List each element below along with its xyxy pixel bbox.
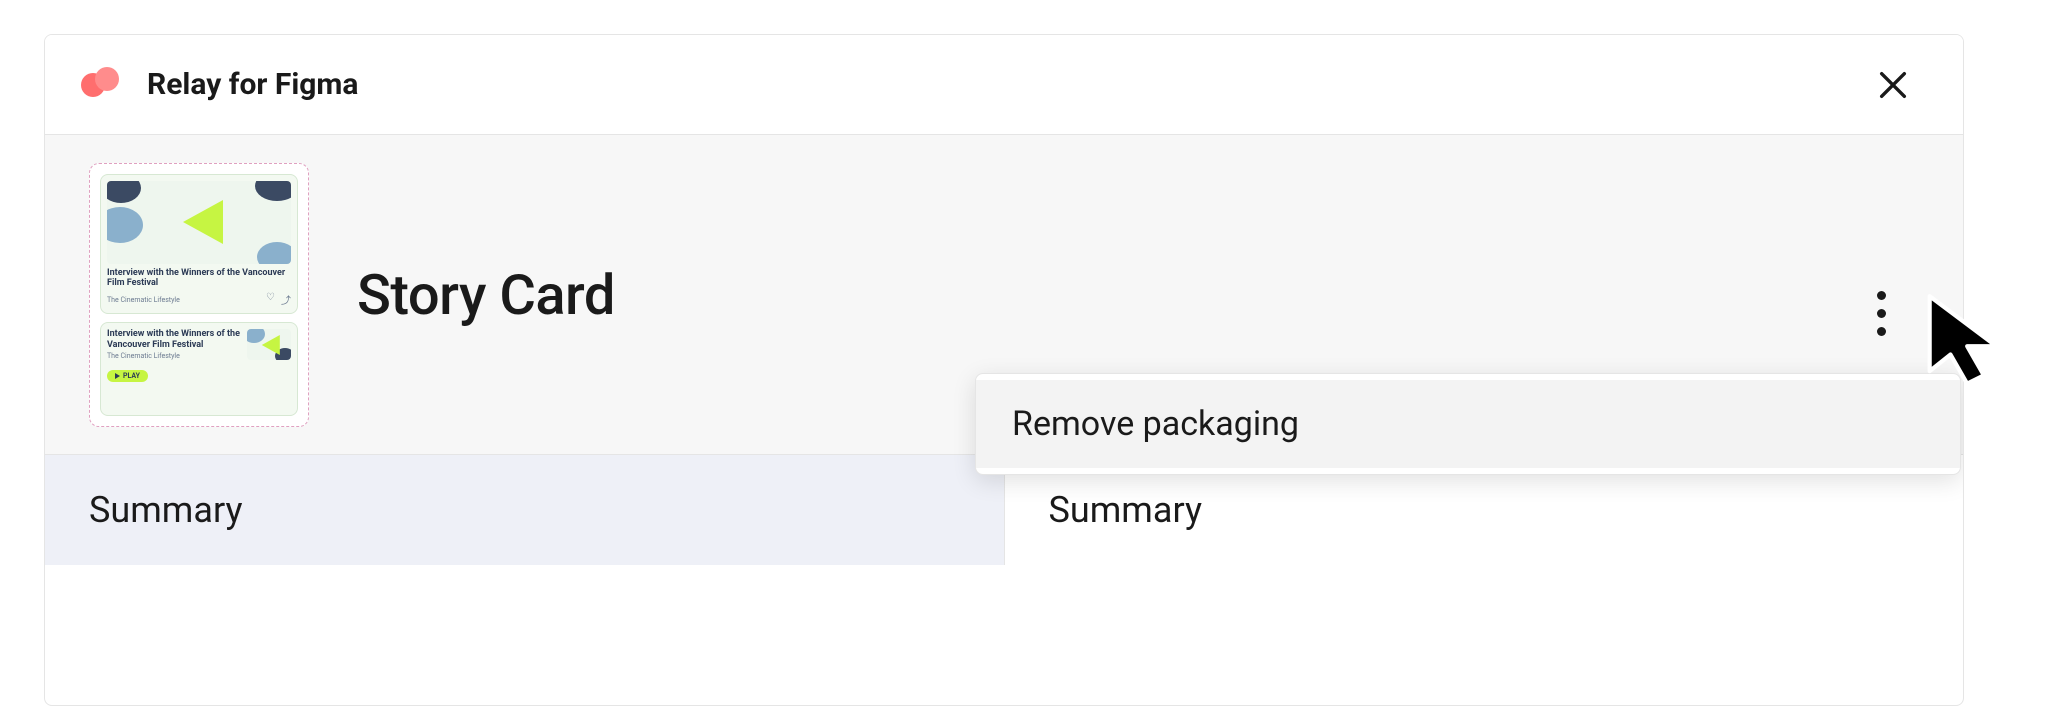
play-icon [183, 200, 223, 244]
thumbnail-small-artwork [247, 329, 291, 360]
more-menu-button[interactable] [1861, 283, 1901, 343]
tab-summary-left[interactable]: Summary [45, 455, 1005, 565]
tab-label: Summary [89, 489, 243, 531]
thumbnail-card-large: Interview with the Winners of the Vancou… [100, 174, 298, 315]
relay-logo-icon [79, 63, 123, 107]
menu-item-remove-packaging[interactable]: Remove packaging [976, 380, 1960, 468]
close-button[interactable] [1869, 61, 1917, 109]
thumbnail-card-subtitle: The Cinematic Lifestyle [107, 296, 180, 304]
thumbnail-card-small-title: Interview with the Winners of the Vancou… [107, 329, 241, 350]
plugin-panel: Relay for Figma [44, 34, 1964, 706]
kebab-dot-icon [1877, 309, 1886, 318]
share-icon: ⤴ [281, 292, 291, 307]
more-menu-dropdown: Remove packaging [975, 373, 1961, 475]
play-icon [262, 335, 280, 355]
component-title: Story Card [357, 262, 615, 328]
thumbnail-action-icons: ♡ ⤴ [266, 292, 291, 307]
panel-header: Relay for Figma [45, 35, 1963, 135]
plugin-title: Relay for Figma [147, 67, 358, 102]
thumbnail-card-small-subtitle: The Cinematic Lifestyle [107, 352, 241, 360]
play-pill-label: PLAY [123, 372, 140, 380]
component-thumbnail: Interview with the Winners of the Vancou… [89, 163, 309, 427]
play-icon [115, 373, 120, 379]
menu-item-label: Remove packaging [1012, 404, 1299, 444]
play-pill: PLAY [107, 370, 148, 382]
kebab-dot-icon [1877, 327, 1886, 336]
thumbnail-artwork [107, 181, 291, 264]
tab-label: Summary [1049, 489, 1203, 531]
close-icon [1876, 68, 1910, 102]
kebab-dot-icon [1877, 291, 1886, 300]
header-left-group: Relay for Figma [79, 63, 358, 107]
thumbnail-card-title: Interview with the Winners of the Vancou… [107, 268, 291, 289]
thumbnail-card-small: Interview with the Winners of the Vancou… [100, 322, 298, 415]
heart-icon: ♡ [266, 292, 275, 307]
